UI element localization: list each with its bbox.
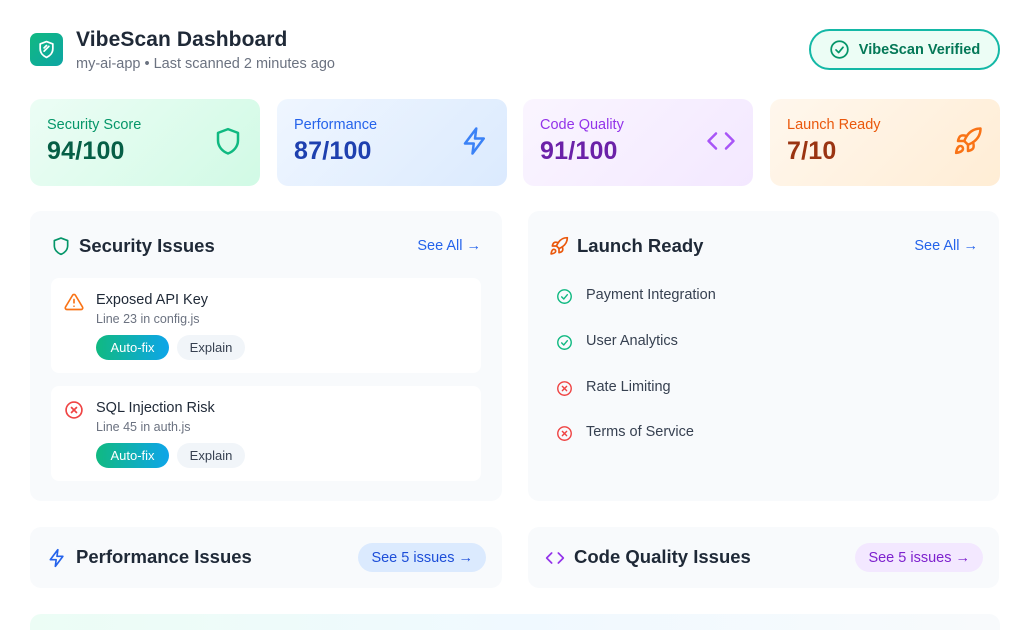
bar-title: Performance Issues (76, 546, 252, 567)
launch-item-label: Terms of Service (586, 424, 694, 440)
launch-item-label: User Analytics (586, 333, 678, 349)
panel-title: Security Issues (79, 235, 215, 256)
metric-code-quality[interactable]: Code Quality 91/100 (523, 99, 753, 186)
metric-security-score[interactable]: Security Score 94/100 (30, 99, 260, 186)
panel-title: Launch Ready (577, 235, 704, 256)
bottom-banner (30, 614, 1000, 630)
verified-label: VibeScan Verified (858, 41, 981, 58)
warning-triangle-icon (64, 293, 84, 311)
shield-icon (53, 237, 69, 256)
launch-ready-panel: Launch Ready See All → Payment Integrati… (528, 211, 999, 501)
code-icon (707, 132, 735, 150)
app-logo (30, 33, 63, 66)
auto-fix-button[interactable]: Auto-fix (96, 443, 169, 468)
auto-fix-button[interactable]: Auto-fix (96, 335, 169, 360)
issue-location: Line 45 in auth.js (96, 420, 191, 434)
code-quality-issues-bar: Code Quality Issues See 5 issues → (528, 527, 999, 588)
see-all-launch-link[interactable]: See All → (914, 238, 978, 254)
bar-title: Code Quality Issues (574, 546, 751, 567)
security-issues-panel: Security Issues See All → Exposed API Ke… (30, 211, 502, 501)
issue-location: Line 23 in config.js (96, 312, 200, 326)
check-circle-icon (557, 335, 572, 350)
metric-performance[interactable]: Performance 87/100 (277, 99, 507, 186)
x-circle-icon (557, 426, 572, 441)
check-circle-icon (830, 40, 849, 59)
x-circle-icon (557, 381, 572, 396)
verified-badge[interactable]: VibeScan Verified (809, 29, 1000, 70)
launch-item-label: Payment Integration (586, 287, 716, 303)
lightning-icon (463, 127, 485, 155)
shield-icon (216, 127, 240, 155)
shield-logo-icon (39, 40, 54, 59)
header: VibeScan Dashboard my-ai-app • Last scan… (30, 28, 1000, 78)
rocket-icon (550, 236, 569, 255)
page-subtitle: my-ai-app • Last scanned 2 minutes ago (76, 56, 335, 72)
page-title: VibeScan Dashboard (76, 28, 288, 51)
issue-card[interactable]: Exposed API Key Line 23 in config.js Aut… (51, 278, 481, 373)
issue-title: SQL Injection Risk (96, 400, 215, 416)
see-code-quality-issues-button[interactable]: See 5 issues → (855, 543, 983, 572)
performance-issues-bar: Performance Issues See 5 issues → (30, 527, 502, 588)
x-circle-icon (65, 401, 83, 419)
panel-header: Launch Ready See All → (549, 235, 978, 259)
lightning-icon (49, 548, 64, 568)
see-all-security-link[interactable]: See All → (417, 238, 481, 254)
panel-header: Security Issues See All → (51, 235, 481, 259)
issue-title: Exposed API Key (96, 292, 209, 308)
explain-button[interactable]: Explain (177, 443, 245, 468)
check-circle-icon (557, 289, 572, 304)
see-performance-issues-button[interactable]: See 5 issues → (358, 543, 486, 572)
rocket-icon (954, 127, 982, 155)
dashboard-page: VibeScan Dashboard my-ai-app • Last scan… (0, 0, 1024, 630)
explain-button[interactable]: Explain (177, 335, 245, 360)
metric-launch-ready[interactable]: Launch Ready 7/10 (770, 99, 1000, 186)
issue-card[interactable]: SQL Injection Risk Line 45 in auth.js Au… (51, 386, 481, 481)
code-icon (545, 552, 565, 564)
launch-item-label: Rate Limiting (586, 379, 671, 395)
